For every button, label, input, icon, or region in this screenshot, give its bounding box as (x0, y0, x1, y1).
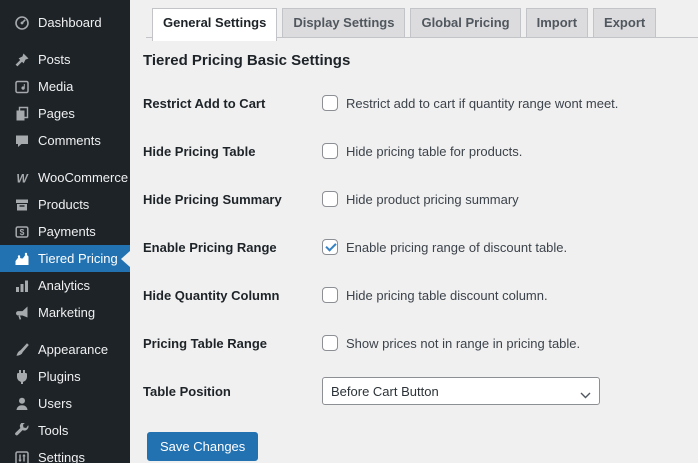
sidebar-item-label: Analytics (38, 278, 91, 293)
sidebar-item-label: Posts (38, 52, 71, 67)
megaphone-icon (14, 305, 30, 321)
setting-row-hide-pricing-summary: Hide Pricing Summary Hide product pricin… (143, 175, 678, 223)
sidebar-item-label: Plugins (38, 369, 81, 384)
sidebar-item-analytics[interactable]: Analytics (0, 272, 130, 299)
restrict-add-to-cart-checkbox[interactable] (322, 95, 338, 111)
svg-text:$: $ (20, 227, 25, 237)
sidebar-item-posts[interactable]: Posts (0, 46, 130, 73)
sidebar-item-products[interactable]: Products (0, 191, 130, 218)
sidebar-item-label: Tools (38, 423, 69, 438)
sidebar-item-label: Payments (38, 224, 96, 239)
bar-chart-icon (14, 278, 30, 294)
setting-description: Restrict add to cart if quantity range w… (346, 95, 619, 111)
pages-icon (14, 106, 30, 122)
setting-label: Hide Quantity Column (143, 287, 280, 303)
setting-description: Hide product pricing summary (346, 191, 519, 207)
hide-pricing-table-checkbox[interactable] (322, 143, 338, 159)
media-icon (14, 79, 30, 95)
table-position-select[interactable]: Before Cart Button (322, 377, 600, 405)
sidebar-item-users[interactable]: Users (0, 390, 130, 417)
tab-import[interactable]: Import (525, 8, 589, 37)
sidebar-item-label: Products (38, 197, 90, 212)
sidebar-item-label: Media (38, 79, 74, 94)
plug-icon (14, 369, 30, 385)
page-title: Tiered Pricing Basic Settings (143, 52, 351, 69)
setting-row-restrict-add-to-cart: Restrict Add to Cart Restrict add to car… (143, 79, 678, 127)
settings-sliders-icon (14, 450, 30, 463)
setting-label: Hide Pricing Table (143, 143, 256, 159)
wordpress-admin-screen: Dashboard Posts Media Pages Comments W W… (0, 0, 698, 463)
sidebar-item-media[interactable]: Media (0, 73, 130, 100)
sidebar-item-tools[interactable]: Tools (0, 417, 130, 444)
settings-page: General Settings Display Settings Global… (130, 0, 698, 463)
sidebar-item-appearance[interactable]: Appearance (0, 336, 130, 363)
setting-label: Table Position (143, 383, 231, 399)
sidebar-item-label: WooCommerce (38, 170, 129, 185)
enable-pricing-range-checkbox[interactable] (322, 239, 338, 255)
user-icon (14, 396, 30, 412)
setting-row-table-position: Table Position Before Cart Button (143, 367, 678, 415)
dashboard-icon (14, 15, 30, 31)
setting-description: Hide pricing table discount column. (346, 287, 548, 303)
tab-global-pricing[interactable]: Global Pricing (410, 8, 521, 37)
hide-pricing-summary-checkbox[interactable] (322, 191, 338, 207)
tiered-pricing-chart-icon (14, 251, 30, 267)
settings-tabs: General Settings Display Settings Global… (146, 8, 698, 41)
sidebar-item-label: Settings (38, 450, 85, 463)
sidebar-item-tiered-pricing[interactable]: Tiered Pricing (0, 245, 130, 272)
setting-description: Enable pricing range of discount table. (346, 239, 568, 255)
sidebar-item-label: Dashboard (38, 15, 102, 30)
setting-label: Enable Pricing Range (143, 239, 277, 255)
sidebar-item-settings[interactable]: Settings (0, 444, 130, 463)
product-box-icon (14, 197, 30, 213)
sidebar-item-label: Users (38, 396, 72, 411)
setting-description: Show prices not in range in pricing tabl… (346, 335, 581, 351)
sidebar-item-label: Marketing (38, 305, 96, 320)
comment-bubble-icon (14, 133, 30, 149)
save-changes-button[interactable]: Save Changes (147, 432, 259, 461)
sidebar-item-payments[interactable]: $ Payments (0, 218, 130, 245)
setting-label: Pricing Table Range (143, 335, 268, 351)
pricing-table-range-checkbox[interactable] (322, 335, 338, 351)
paint-brush-icon (14, 342, 30, 358)
sidebar-item-marketing[interactable]: Marketing (0, 299, 130, 326)
setting-row-hide-pricing-table: Hide Pricing Table Hide pricing table fo… (143, 127, 678, 175)
general-settings-form: Restrict Add to Cart Restrict add to car… (143, 79, 678, 461)
sidebar-item-label: Pages (38, 106, 75, 121)
setting-label: Restrict Add to Cart (143, 95, 266, 111)
tab-export[interactable]: Export (593, 8, 657, 37)
sidebar-item-comments[interactable]: Comments (0, 127, 130, 154)
sidebar-item-dashboard[interactable]: Dashboard (0, 9, 130, 36)
tab-general-settings[interactable]: General Settings (152, 8, 278, 41)
setting-row-pricing-table-range: Pricing Table Range Show prices not in r… (143, 319, 678, 367)
setting-description: Hide pricing table for products. (346, 143, 523, 159)
woocommerce-icon: W (14, 170, 30, 186)
sidebar-item-pages[interactable]: Pages (0, 100, 130, 127)
tab-display-settings[interactable]: Display Settings (282, 8, 406, 37)
sidebar-item-label: Appearance (38, 342, 109, 357)
sidebar-item-label: Comments (38, 133, 101, 148)
wrench-icon (14, 422, 30, 439)
hide-quantity-column-checkbox[interactable] (322, 287, 338, 303)
setting-label: Hide Pricing Summary (143, 191, 282, 207)
payments-card-icon: $ (14, 224, 30, 240)
pushpin-icon (14, 52, 30, 68)
sidebar-item-plugins[interactable]: Plugins (0, 363, 130, 390)
sidebar-item-woocommerce[interactable]: W WooCommerce (0, 164, 130, 191)
svg-text:W: W (16, 171, 29, 185)
setting-row-hide-quantity-column: Hide Quantity Column Hide pricing table … (143, 271, 678, 319)
setting-row-enable-pricing-range: Enable Pricing Range Enable pricing rang… (143, 223, 678, 271)
sidebar-item-label: Tiered Pricing (38, 251, 118, 266)
admin-sidebar: Dashboard Posts Media Pages Comments W W… (0, 0, 130, 463)
